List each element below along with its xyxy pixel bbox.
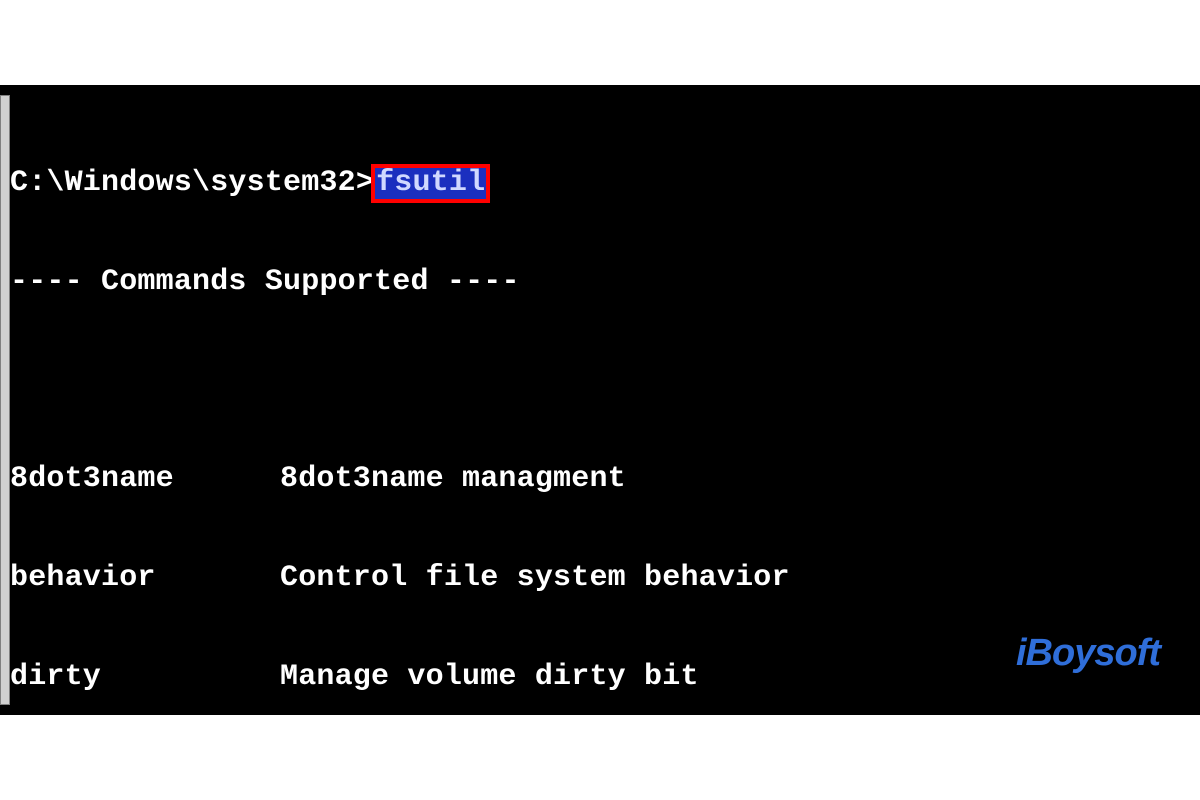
- terminal-output[interactable]: C:\Windows\system32>fsutil ---- Commands…: [10, 95, 1200, 705]
- command-row: 8dot3name8dot3name managment: [10, 463, 1200, 496]
- cmd-name: dirty: [10, 661, 280, 694]
- typed-command: fsutil: [374, 167, 487, 200]
- cmd-desc: 8dot3name managment: [280, 463, 1200, 496]
- cmd-desc: Manage volume dirty bit: [280, 661, 1200, 694]
- commands-supported-header: ---- Commands Supported ----: [10, 266, 1200, 299]
- cmd-name: behavior: [10, 562, 280, 595]
- commands-list: 8dot3name8dot3name managment behaviorCon…: [10, 397, 1200, 705]
- cmd-desc: Control file system behavior: [280, 562, 1200, 595]
- vertical-scrollbar[interactable]: [0, 95, 10, 705]
- command-row: behaviorControl file system behavior: [10, 562, 1200, 595]
- cmd-name: 8dot3name: [10, 463, 280, 496]
- command-line[interactable]: C:\Windows\system32>fsutil: [10, 167, 1200, 200]
- prompt: C:\Windows\system32>: [10, 166, 374, 200]
- command-row: dirtyManage volume dirty bit: [10, 661, 1200, 694]
